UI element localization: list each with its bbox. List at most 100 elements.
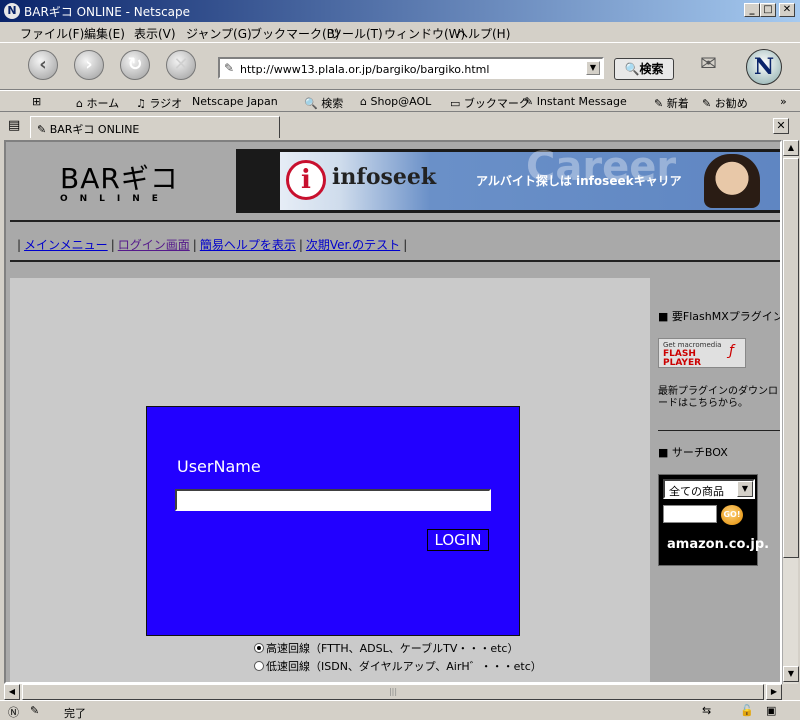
personal-toolbar: ⊞ ⌂ ホーム ♫ ラジオ Netscape Japan 🔍 検索 ⌂ Shop… bbox=[0, 90, 800, 112]
minimize-button[interactable]: _ bbox=[744, 3, 760, 17]
bookmark-instant-message[interactable]: ✎ Instant Message bbox=[524, 95, 627, 108]
link-quick-help[interactable]: 簡易ヘルプを表示 bbox=[200, 238, 296, 252]
horizontal-scrollbar[interactable]: ◀ ||| ▶ bbox=[4, 684, 782, 700]
menu-go[interactable]: ジャンプ(G) bbox=[186, 25, 252, 42]
netscape-logo[interactable]: N bbox=[746, 49, 782, 85]
flash-badge-line3: PLAYER bbox=[663, 358, 702, 368]
mail-icon[interactable]: ✉ bbox=[700, 51, 728, 79]
site-nav: | メインメニュー | ログイン画面 | 簡易ヘルプを表示 | 次期Ver.のテスト | bbox=[14, 236, 410, 253]
menu-bookmarks[interactable]: ブックマーク(B) bbox=[250, 25, 340, 42]
bookmark-new[interactable]: ✎ 新着 bbox=[654, 95, 689, 111]
amazon-logo[interactable]: amazon.co.jp. bbox=[667, 537, 769, 552]
banner-image: Career i infoseek アルバイト探しは infoseekキャリア bbox=[280, 144, 780, 210]
reload-button[interactable]: ↻ bbox=[120, 50, 150, 80]
link-main-menu[interactable]: メインメニュー bbox=[24, 238, 108, 252]
radio-fast-line[interactable]: 高速回線（FTTH、ADSL、ケーブルTV・・・etc） bbox=[254, 640, 518, 656]
separator: | bbox=[17, 238, 22, 252]
flash-heading: ■ 要FlashMXプラグイン bbox=[658, 310, 782, 323]
scroll-left-icon[interactable]: ◀ bbox=[4, 684, 20, 700]
menu-view[interactable]: 表示(V) bbox=[134, 25, 176, 42]
bookmark-instant-message-label: Instant Message bbox=[536, 95, 627, 108]
infoseek-logo-icon: i bbox=[286, 160, 326, 200]
separator: | bbox=[192, 238, 197, 252]
bookmark-home-label: ホーム bbox=[86, 97, 120, 110]
bookmark-search-label: 検索 bbox=[321, 97, 344, 110]
menu-edit[interactable]: 編集(E) bbox=[84, 25, 125, 42]
lock-icon: ▣ bbox=[766, 704, 777, 717]
site-title: BARギコ bbox=[60, 162, 179, 195]
tab-title: BARギコ ONLINE bbox=[49, 123, 140, 136]
login-box: UserName LOGIN bbox=[146, 406, 520, 636]
toolbar-overflow-icon[interactable]: » bbox=[780, 95, 787, 108]
vertical-scrollbar[interactable]: ▲ ▼ bbox=[782, 140, 799, 684]
flash-badge-line1: Get macromedia bbox=[663, 341, 722, 349]
url-input[interactable] bbox=[240, 61, 580, 77]
separator: | bbox=[110, 238, 115, 252]
banner-text: アルバイト探しは infoseekキャリア bbox=[476, 174, 682, 188]
flash-description: 最新プラグインのダウンロードはこちらから。 bbox=[658, 386, 778, 409]
bookmark-recommend-label: お勧め bbox=[714, 97, 748, 110]
chevron-down-icon[interactable]: ▼ bbox=[737, 481, 753, 497]
forward-button[interactable]: › bbox=[74, 50, 104, 80]
new-tab-icon[interactable]: ▤ bbox=[8, 118, 20, 133]
menu-window[interactable]: ウィンドウ(W) bbox=[384, 25, 465, 42]
menu-file[interactable]: ファイル(F) bbox=[20, 25, 84, 42]
scroll-right-icon[interactable]: ▶ bbox=[766, 684, 782, 700]
scroll-up-icon[interactable]: ▲ bbox=[783, 140, 799, 156]
url-bar[interactable]: ✎ ▼ bbox=[218, 57, 604, 79]
close-button[interactable]: ✕ bbox=[779, 3, 795, 17]
bookmark-folder[interactable]: ▭ ブックマーク bbox=[450, 95, 530, 111]
menu-tools[interactable]: ツール(T) bbox=[330, 25, 383, 42]
status-bar: Ⓝ ✎ 完了 ⇆ 🔓 ▣ bbox=[0, 700, 800, 720]
divider-bottom bbox=[10, 260, 780, 262]
bookmark-netscape-japan-label: Netscape Japan bbox=[192, 95, 278, 108]
amazon-search-input[interactable] bbox=[663, 505, 717, 523]
username-input[interactable] bbox=[175, 489, 491, 511]
maximize-button[interactable]: □ bbox=[760, 3, 776, 17]
radio-fast-label: 高速回線（FTTH、ADSL、ケーブルTV・・・etc） bbox=[266, 642, 519, 655]
username-label: UserName bbox=[177, 457, 261, 476]
banner-brand: infoseek bbox=[332, 164, 437, 190]
tab-new-icon[interactable]: ⊞ bbox=[32, 95, 41, 108]
amazon-search-widget: 全ての商品 ▼ GO! amazon.co.jp. bbox=[658, 474, 769, 566]
amazon-category-select[interactable]: 全ての商品 ▼ bbox=[663, 479, 755, 499]
vertical-scroll-thumb[interactable] bbox=[783, 158, 799, 558]
login-button[interactable]: LOGIN bbox=[427, 529, 489, 551]
radio-selected-icon[interactable] bbox=[254, 643, 264, 653]
netscape-status-icon[interactable]: Ⓝ bbox=[8, 704, 19, 720]
bookmark-netscape-japan[interactable]: Netscape Japan bbox=[192, 95, 278, 108]
radio-unselected-icon[interactable] bbox=[254, 661, 264, 671]
bookmark-home[interactable]: ⌂ ホーム bbox=[76, 95, 119, 111]
chevron-down-icon[interactable]: ▼ bbox=[586, 61, 600, 75]
infoseek-banner[interactable]: Career i infoseek アルバイト探しは infoseekキャリア bbox=[236, 144, 780, 213]
tab-bar: ▤ ✎ BARギコ ONLINE ✕ bbox=[0, 114, 800, 140]
link-next-version-test[interactable]: 次期Ver.のテスト bbox=[306, 238, 400, 252]
separator: | bbox=[403, 238, 408, 252]
composer-icon[interactable]: ✎ bbox=[30, 704, 39, 717]
page-icon: ✎ bbox=[224, 61, 235, 75]
status-text: 完了 bbox=[64, 707, 86, 720]
title-bar: N BARギコ ONLINE - Netscape _ □ ✕ bbox=[0, 0, 800, 22]
bookmark-shop-aol[interactable]: ⌂ Shop@AOL bbox=[360, 95, 431, 108]
bookmark-radio[interactable]: ♫ ラジオ bbox=[136, 95, 182, 111]
banner-photo bbox=[704, 154, 760, 208]
radio-slow-label: 低速回線（ISDN、ダイヤルアップ、AirH゛・・・etc） bbox=[266, 660, 542, 673]
search-button[interactable]: 🔍検索 bbox=[614, 58, 674, 80]
main-panel: UserName LOGIN 高速回線（FTTH、ADSL、ケーブルTV・・・e… bbox=[10, 278, 650, 682]
horizontal-scroll-thumb[interactable]: ||| bbox=[22, 684, 764, 700]
scroll-down-icon[interactable]: ▼ bbox=[783, 666, 799, 682]
bookmark-search[interactable]: 🔍 検索 bbox=[304, 95, 343, 111]
netscape-icon: N bbox=[4, 3, 20, 19]
back-button[interactable]: ‹ bbox=[28, 50, 58, 80]
radio-slow-line[interactable]: 低速回線（ISDN、ダイヤルアップ、AirH゛・・・etc） bbox=[254, 658, 542, 674]
menu-help[interactable]: ヘルプ(H) bbox=[456, 25, 510, 42]
close-tab-icon[interactable]: ✕ bbox=[773, 118, 789, 134]
search-icon: 🔍 bbox=[624, 62, 640, 76]
tab-bargiko[interactable]: ✎ BARギコ ONLINE bbox=[30, 116, 280, 138]
link-login-screen[interactable]: ログイン画面 bbox=[118, 238, 190, 252]
amazon-go-button[interactable]: GO! bbox=[721, 505, 743, 525]
security-icon: 🔓 bbox=[740, 704, 754, 717]
bookmark-recommend[interactable]: ✎ お勧め bbox=[702, 95, 748, 111]
stop-button[interactable]: ✕ bbox=[166, 50, 196, 80]
flash-player-badge[interactable]: Get macromedia FLASH PLAYER ƒ bbox=[658, 338, 746, 368]
